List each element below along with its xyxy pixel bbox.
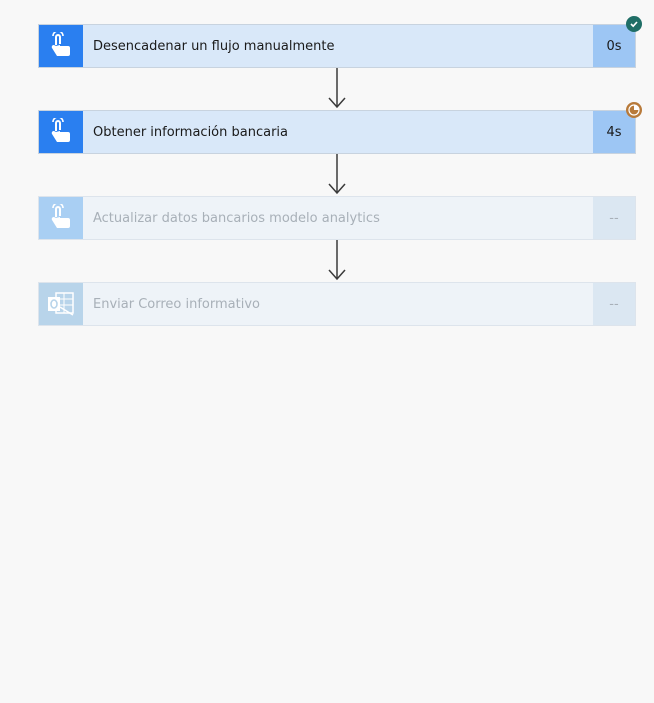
down-arrow-icon	[328, 68, 346, 109]
step-title: Desencadenar un flujo manualmente	[93, 38, 335, 54]
flow-run-canvas: Desencadenar un flujo manualmente 0s Obt…	[0, 0, 654, 703]
step-icon-box	[39, 25, 83, 67]
down-arrow-icon	[328, 154, 346, 195]
running-clock-icon	[626, 102, 642, 118]
manual-trigger-icon	[51, 204, 70, 228]
step-icon-box	[39, 283, 83, 325]
step-title: Actualizar datos bancarios modelo analyt…	[93, 210, 380, 226]
outlook-icon	[48, 292, 74, 316]
flow-step-update-bank-data[interactable]: Actualizar datos bancarios modelo analyt…	[38, 196, 636, 240]
step-duration: --	[593, 283, 635, 325]
manual-trigger-icon	[51, 32, 70, 56]
flow-step-send-email[interactable]: Enviar Correo informativo --	[38, 282, 636, 326]
step-duration: --	[593, 197, 635, 239]
success-check-icon	[626, 16, 642, 32]
step-duration: 4s	[593, 111, 635, 153]
flow-step-get-bank-info[interactable]: Obtener información bancaria 4s	[38, 110, 636, 154]
step-title: Obtener información bancaria	[93, 124, 288, 140]
step-icon-box	[39, 111, 83, 153]
step-title: Enviar Correo informativo	[93, 296, 260, 312]
manual-trigger-icon	[51, 118, 70, 142]
step-duration: 0s	[593, 25, 635, 67]
down-arrow-icon	[328, 240, 346, 281]
step-icon-box	[39, 197, 83, 239]
flow-step-trigger[interactable]: Desencadenar un flujo manualmente 0s	[38, 24, 636, 68]
